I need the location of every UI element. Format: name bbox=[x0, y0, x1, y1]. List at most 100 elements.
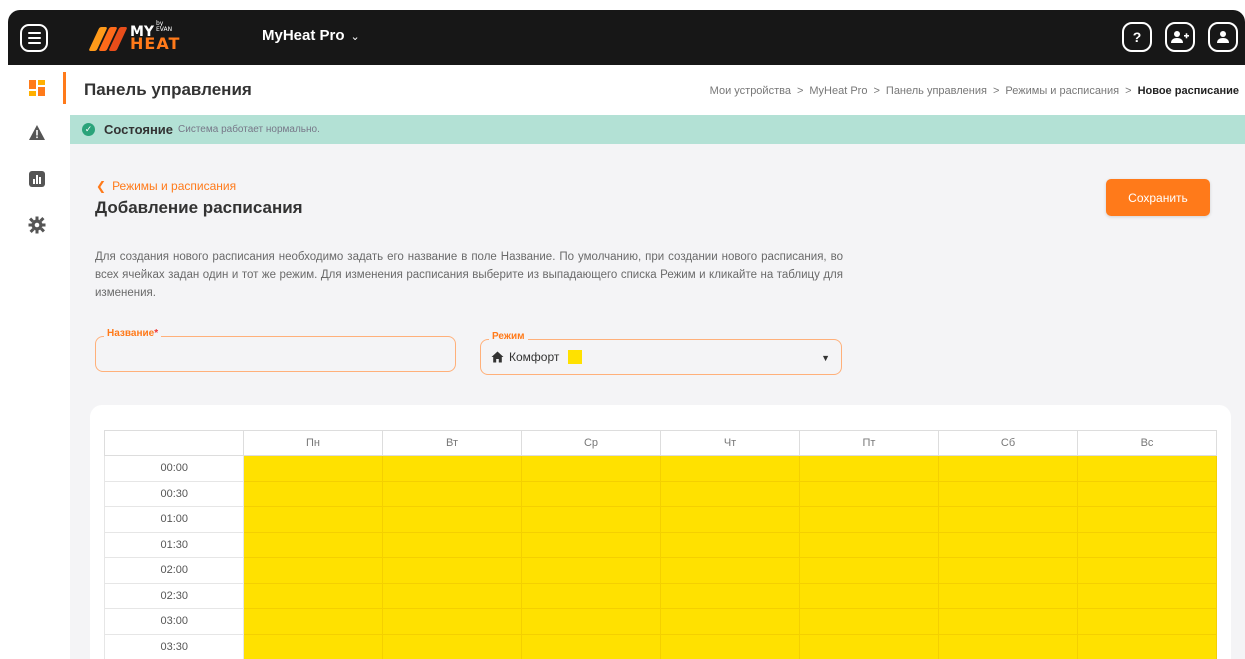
schedule-cell[interactable] bbox=[243, 557, 383, 584]
dashboard-icon[interactable] bbox=[28, 79, 46, 97]
schedule-table: Пн Вт Ср Чт Пт Сб Вс 00:00 00:30 01:00 01:3… bbox=[104, 430, 1217, 659]
schedule-cell[interactable] bbox=[938, 531, 1078, 558]
menu-icon[interactable] bbox=[20, 24, 48, 52]
schedule-cell[interactable] bbox=[799, 506, 939, 533]
breadcrumb-item-device[interactable]: MyHeat Pro bbox=[809, 85, 867, 97]
schedule-cell[interactable] bbox=[1077, 633, 1217, 659]
schedule-cell[interactable] bbox=[521, 455, 661, 482]
schedule-cell[interactable] bbox=[938, 506, 1078, 533]
schedule-cell[interactable] bbox=[938, 557, 1078, 584]
schedule-cell[interactable] bbox=[938, 480, 1078, 507]
schedule-cell[interactable] bbox=[243, 582, 383, 609]
schedule-cell[interactable] bbox=[660, 633, 800, 659]
schedule-row: 01:00 bbox=[104, 506, 1217, 533]
schedule-cell[interactable] bbox=[382, 582, 522, 609]
time-label: 00:30 bbox=[104, 480, 244, 507]
day-header: Вт bbox=[382, 430, 522, 456]
schedule-cell[interactable] bbox=[1077, 455, 1217, 482]
time-label: 02:00 bbox=[104, 557, 244, 584]
schedule-cell[interactable] bbox=[799, 531, 939, 558]
schedule-cell[interactable] bbox=[938, 608, 1078, 635]
breadcrumb-item-dashboard[interactable]: Панель управления bbox=[886, 85, 987, 97]
schedule-cell[interactable] bbox=[243, 608, 383, 635]
breadcrumb-item-modes[interactable]: Режимы и расписания bbox=[1005, 85, 1119, 97]
schedule-row: 00:00 bbox=[104, 455, 1217, 482]
form-description: Для создания нового расписания необходим… bbox=[95, 251, 843, 299]
schedule-cell[interactable] bbox=[521, 608, 661, 635]
day-header: Пт bbox=[799, 430, 939, 456]
breadcrumb-separator: > bbox=[873, 85, 880, 97]
schedule-cell[interactable] bbox=[1077, 506, 1217, 533]
schedule-cell[interactable] bbox=[660, 582, 800, 609]
warning-icon[interactable] bbox=[28, 124, 46, 142]
status-bar: ✓ Состояние Система работает нормально. bbox=[70, 115, 1245, 144]
schedule-cell[interactable] bbox=[243, 480, 383, 507]
device-name: MyHeat Pro bbox=[262, 27, 345, 44]
schedule-cell[interactable] bbox=[660, 455, 800, 482]
day-header: Чт bbox=[660, 430, 800, 456]
breadcrumb-separator: > bbox=[796, 85, 804, 97]
schedule-cell[interactable] bbox=[382, 633, 522, 659]
name-field[interactable]: Название* bbox=[95, 328, 456, 372]
schedule-cell[interactable] bbox=[521, 582, 661, 609]
schedule-cell[interactable] bbox=[1077, 608, 1217, 635]
schedule-cell[interactable] bbox=[521, 506, 661, 533]
time-label: 03:30 bbox=[104, 633, 244, 659]
schedule-cell[interactable] bbox=[938, 633, 1078, 659]
schedule-cell[interactable] bbox=[1077, 557, 1217, 584]
top-bar: MY HEAT by EVAN MyHeat Pro ⌄ ? bbox=[8, 10, 1245, 65]
mode-value-label: Комфорт bbox=[509, 350, 560, 364]
breadcrumb-item-devices[interactable]: Мои устройства bbox=[710, 85, 791, 97]
schedule-cell[interactable] bbox=[799, 582, 939, 609]
schedule-cell[interactable] bbox=[382, 506, 522, 533]
schedule-cell[interactable] bbox=[382, 557, 522, 584]
schedule-cell[interactable] bbox=[660, 608, 800, 635]
schedule-cell[interactable] bbox=[1077, 531, 1217, 558]
help-icon[interactable]: ? bbox=[1122, 22, 1152, 52]
check-circle-icon: ✓ bbox=[82, 123, 95, 136]
device-selector[interactable]: MyHeat Pro ⌄ bbox=[262, 27, 360, 44]
schedule-cell[interactable] bbox=[660, 506, 800, 533]
schedule-cell[interactable] bbox=[799, 633, 939, 659]
schedule-cell[interactable] bbox=[382, 531, 522, 558]
back-link[interactable]: ❮ Режимы и расписания bbox=[96, 179, 236, 193]
schedule-row: 03:30 bbox=[104, 633, 1217, 659]
schedule-cell[interactable] bbox=[660, 531, 800, 558]
schedule-cell[interactable] bbox=[243, 633, 383, 659]
myheat-logo[interactable]: MY HEAT by EVAN bbox=[88, 21, 180, 54]
save-button[interactable]: Сохранить bbox=[1106, 179, 1210, 216]
schedule-cell[interactable] bbox=[799, 557, 939, 584]
schedule-cell[interactable] bbox=[382, 480, 522, 507]
schedule-cell[interactable] bbox=[382, 608, 522, 635]
schedule-cell[interactable] bbox=[521, 633, 661, 659]
gear-icon[interactable] bbox=[28, 216, 46, 234]
status-label: Состояние bbox=[104, 122, 174, 137]
schedule-cell[interactable] bbox=[243, 531, 383, 558]
schedule-cell[interactable] bbox=[660, 557, 800, 584]
name-input[interactable] bbox=[104, 345, 444, 365]
schedule-cell[interactable] bbox=[243, 455, 383, 482]
day-header: Сб bbox=[938, 430, 1078, 456]
schedule-cell[interactable] bbox=[799, 480, 939, 507]
add-user-icon[interactable] bbox=[1165, 22, 1195, 52]
mode-select[interactable]: Режим Комфорт ▼ bbox=[480, 331, 842, 375]
schedule-cell[interactable] bbox=[1077, 582, 1217, 609]
schedule-row: 00:30 bbox=[104, 480, 1217, 507]
schedule-cell[interactable] bbox=[1077, 480, 1217, 507]
schedule-cell[interactable] bbox=[938, 582, 1078, 609]
schedule-corner-cell bbox=[104, 430, 244, 456]
schedule-cell[interactable] bbox=[521, 557, 661, 584]
schedule-cell[interactable] bbox=[243, 506, 383, 533]
back-link-label: Режимы и расписания bbox=[112, 179, 237, 193]
schedule-cell[interactable] bbox=[799, 455, 939, 482]
schedule-cell[interactable] bbox=[521, 531, 661, 558]
user-glyph bbox=[1217, 31, 1229, 43]
schedule-cell[interactable] bbox=[660, 480, 800, 507]
schedule-cell[interactable] bbox=[938, 455, 1078, 482]
schedule-cell[interactable] bbox=[799, 608, 939, 635]
schedule-cell[interactable] bbox=[382, 455, 522, 482]
user-icon[interactable] bbox=[1208, 22, 1238, 52]
schedule-cell[interactable] bbox=[521, 480, 661, 507]
stats-icon[interactable] bbox=[28, 170, 46, 188]
time-label: 02:30 bbox=[104, 582, 244, 609]
